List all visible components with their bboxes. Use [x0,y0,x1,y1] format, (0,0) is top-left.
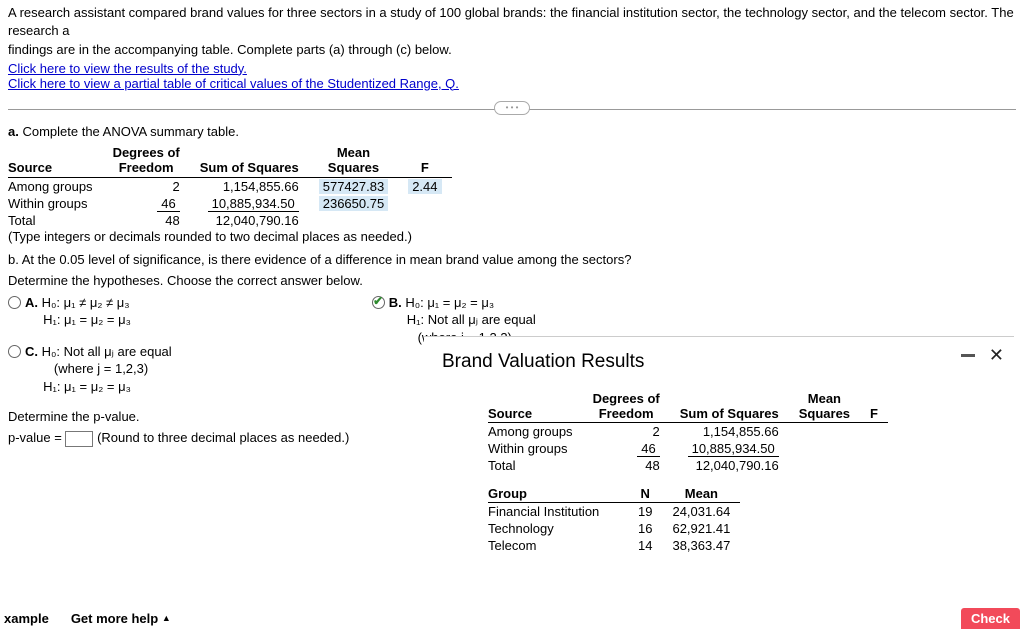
dialog-group-table: Group N Mean Financial Institution1924,0… [488,486,740,554]
link-study[interactable]: Click here to view the results of the st… [8,61,247,76]
anova-note: (Type integers or decimals rounded to tw… [8,229,1016,244]
intro-line1: A research assistant compared brand valu… [8,4,1016,39]
ms-among-input[interactable]: 577427.83 [319,179,388,194]
expand-handle[interactable]: • • • [494,101,530,115]
radio-a[interactable] [8,296,21,309]
part-a-label: a. [8,124,19,139]
results-dialog: ✕ Brand Valuation Results Source Degrees… [424,336,1014,596]
link-q-table[interactable]: Click here to view a partial table of cr… [8,76,459,91]
radio-c[interactable] [8,345,21,358]
help-button[interactable]: Get more help ▲ [71,611,171,626]
anova-h-df: Degrees ofFreedom [103,145,190,178]
f-among-input[interactable]: 2.44 [408,179,441,194]
example-button[interactable]: xample [4,611,49,626]
check-button[interactable]: Check [961,608,1020,629]
close-icon[interactable]: ✕ [989,345,1004,366]
anova-h-ss: Sum of Squares [190,145,309,178]
option-a[interactable]: A. H₀: μ₁ ≠ μ₂ ≠ μ₃ H₁: μ₁ = μ₂ = μ₃ [8,294,172,329]
pvalue-input[interactable] [65,431,93,447]
option-c[interactable]: C. H₀: Not all μⱼ are equal (where j = 1… [8,343,172,396]
intro-line2: findings are in the accompanying table. … [8,41,1016,59]
ms-within-input[interactable]: 236650.75 [319,196,388,211]
part-b-sub: Determine the hypotheses. Choose the cor… [8,273,1016,288]
anova-h-ms: MeanSquares [309,145,398,178]
dialog-title: Brand Valuation Results [442,351,996,373]
part-b: b. At the 0.05 level of significance, is… [8,252,1016,267]
dialog-anova-table: Source Degrees ofFreedom Sum of Squares … [488,391,888,474]
anova-row-total: Total 48 12,040,790.16 [8,212,452,229]
anova-row-within: Within groups 46 10,885,934.50 236650.75 [8,195,452,212]
minimize-icon[interactable] [961,354,975,357]
part-a: a. Complete the ANOVA summary table. [8,124,1016,139]
pvalue-note: (Round to three decimal places as needed… [97,430,349,445]
bottom-bar: xample Get more help ▲ Check [0,607,1024,629]
anova-table: Source Degrees ofFreedom Sum of Squares … [8,145,1016,244]
caret-up-icon: ▲ [162,613,171,623]
anova-h-f: F [398,145,451,178]
pvalue-prefix: p-value = [8,430,62,445]
anova-h-source: Source [8,145,103,178]
part-a-text: Complete the ANOVA summary table. [22,124,239,139]
radio-b[interactable] [372,296,385,309]
anova-row-among: Among groups 2 1,154,855.66 577427.83 2.… [8,177,452,195]
